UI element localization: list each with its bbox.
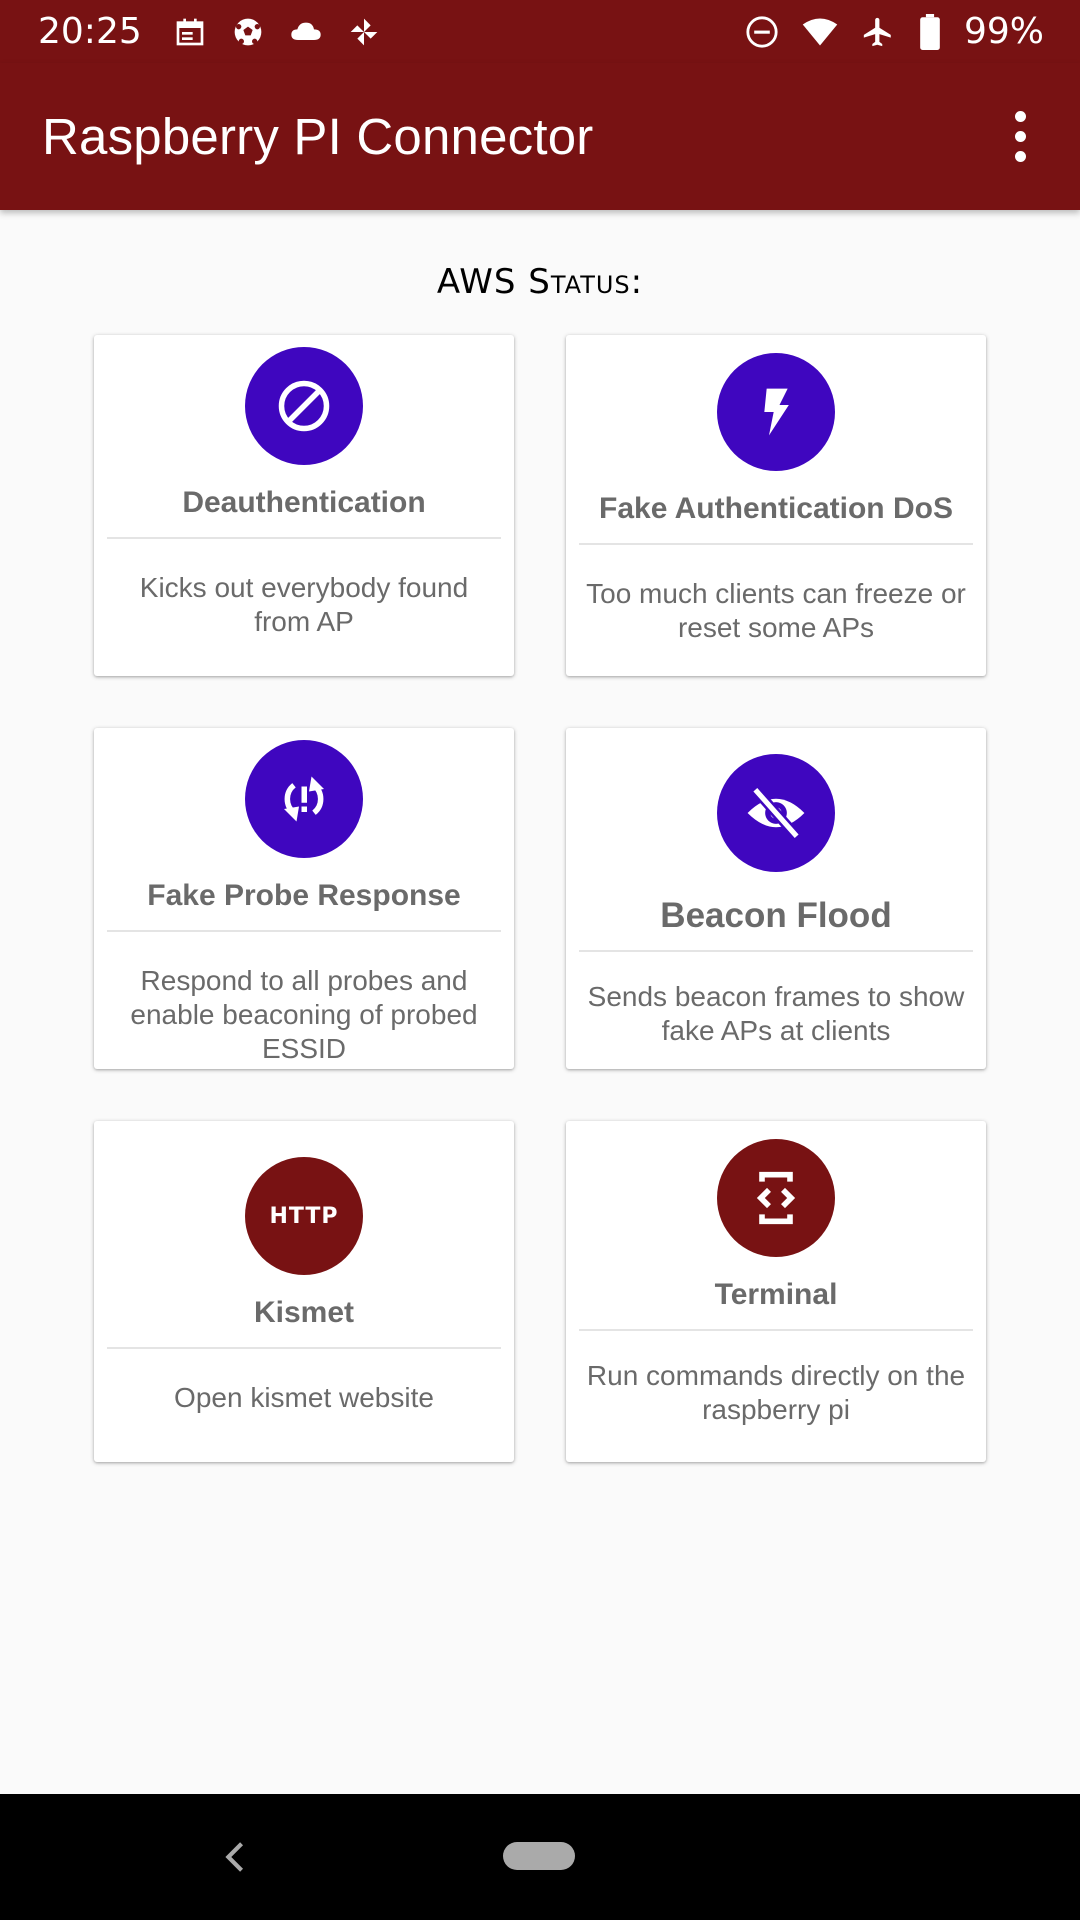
do-not-disturb-icon bbox=[744, 14, 780, 50]
app-bar: Raspberry PI Connector bbox=[0, 63, 1080, 210]
card-description: Run commands directly on the raspberry p… bbox=[586, 1360, 966, 1425]
card-fake-probe-response[interactable]: Fake Probe Response Respond to all probe… bbox=[94, 728, 514, 1069]
http-icon: HTTP bbox=[245, 1157, 363, 1275]
app-title: Raspberry PI Connector bbox=[42, 108, 594, 165]
navigation-bar bbox=[0, 1794, 1080, 1920]
back-icon[interactable] bbox=[214, 1832, 254, 1882]
card-title: Fake Authentication DoS bbox=[599, 492, 953, 525]
visibility-off-icon bbox=[717, 754, 835, 872]
card-title: Beacon Flood bbox=[660, 896, 892, 935]
card-divider bbox=[107, 930, 501, 932]
battery-percent: 99% bbox=[963, 11, 1044, 52]
battery-icon bbox=[918, 13, 942, 50]
card-divider bbox=[579, 1329, 973, 1331]
card-deauthentication[interactable]: Deauthentication Kicks out everybody fou… bbox=[94, 335, 514, 676]
card-description: Kicks out everybody found from AP bbox=[139, 572, 469, 637]
card-title: Kismet bbox=[253, 1296, 355, 1329]
airplane-icon bbox=[860, 14, 896, 50]
status-bar: 20:25 99% bbox=[0, 0, 1080, 63]
card-divider bbox=[107, 1347, 501, 1349]
card-divider bbox=[579, 950, 973, 952]
wifi-icon bbox=[802, 14, 838, 50]
http-icon-text: HTTP bbox=[269, 1203, 339, 1229]
card-kismet[interactable]: HTTP Kismet Open kismet website bbox=[94, 1121, 514, 1462]
card-description: Open kismet website bbox=[174, 1382, 434, 1413]
card-title: Terminal bbox=[714, 1278, 838, 1311]
developer-mode-icon bbox=[717, 1139, 835, 1257]
soccer-ball-icon bbox=[230, 14, 266, 50]
section-title: AWS Status: bbox=[436, 262, 644, 302]
sync-problem-icon bbox=[245, 740, 363, 858]
attack-grid: Deauthentication Kicks out everybody fou… bbox=[94, 335, 986, 1462]
block-icon bbox=[245, 347, 363, 465]
status-bar-left: 20:25 bbox=[38, 11, 382, 52]
cloud-icon bbox=[288, 14, 324, 50]
card-description: Too much clients can freeze or reset som… bbox=[586, 578, 966, 643]
card-terminal[interactable]: Terminal Run commands directly on the ra… bbox=[566, 1121, 986, 1462]
card-description: Sends beacon frames to show fake APs at … bbox=[587, 981, 965, 1046]
card-title: Fake Probe Response bbox=[147, 879, 461, 912]
more-vert-icon[interactable] bbox=[990, 97, 1050, 177]
card-beacon-flood[interactable]: Beacon Flood Sends beacon frames to show… bbox=[566, 728, 986, 1069]
pinwheel-icon bbox=[346, 14, 382, 50]
calendar-icon bbox=[172, 14, 208, 50]
card-description: Respond to all probes and enable beaconi… bbox=[130, 965, 478, 1064]
flash-icon bbox=[717, 353, 835, 471]
home-pill-icon[interactable] bbox=[503, 1842, 575, 1870]
status-bar-right: 99% bbox=[744, 11, 1044, 52]
card-divider bbox=[107, 537, 501, 539]
card-title: Deauthentication bbox=[182, 486, 426, 519]
card-divider bbox=[579, 543, 973, 545]
card-fake-authentication-dos[interactable]: Fake Authentication DoS Too much clients… bbox=[566, 335, 986, 676]
status-time: 20:25 bbox=[38, 11, 142, 52]
